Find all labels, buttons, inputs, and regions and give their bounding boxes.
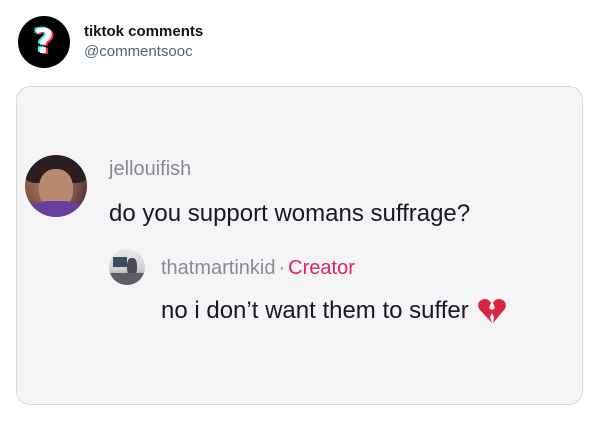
reply-meta: thatmartinkid · Creator xyxy=(161,256,507,280)
display-name[interactable]: tiktok comments xyxy=(84,22,203,42)
reply-text: no i don’t want them to suffer xyxy=(161,297,469,324)
comment-screenshot-card: jellouifish do you support womans suffra… xyxy=(16,86,583,405)
comment-text: do you support womans suffrage? xyxy=(109,200,471,227)
account-names: tiktok comments @commentsooc xyxy=(84,22,203,62)
tweet-header: ? ? ? tiktok comments @commentsooc xyxy=(18,14,203,70)
broken-heart-icon xyxy=(477,297,507,325)
reply: thatmartinkid · Creator no i don’t want th… xyxy=(109,249,507,326)
account-handle[interactable]: @commentsooc xyxy=(84,42,203,62)
commenter-username: jellouifish xyxy=(109,158,192,180)
profile-avatar[interactable]: ? ? ? xyxy=(18,16,70,68)
separator-dot: · xyxy=(278,257,286,279)
creator-badge: Creator xyxy=(288,257,355,279)
comment-body: jellouifish do you support womans suffra… xyxy=(109,155,470,229)
comment: jellouifish do you support womans suffra… xyxy=(25,155,470,229)
reply-text-row: no i don’t want them to suffer xyxy=(161,296,507,326)
replier-avatar xyxy=(109,249,145,285)
commenter-avatar xyxy=(25,155,87,217)
replier-username: thatmartinkid xyxy=(161,257,276,279)
reply-body: thatmartinkid · Creator no i don’t want th… xyxy=(161,249,507,326)
